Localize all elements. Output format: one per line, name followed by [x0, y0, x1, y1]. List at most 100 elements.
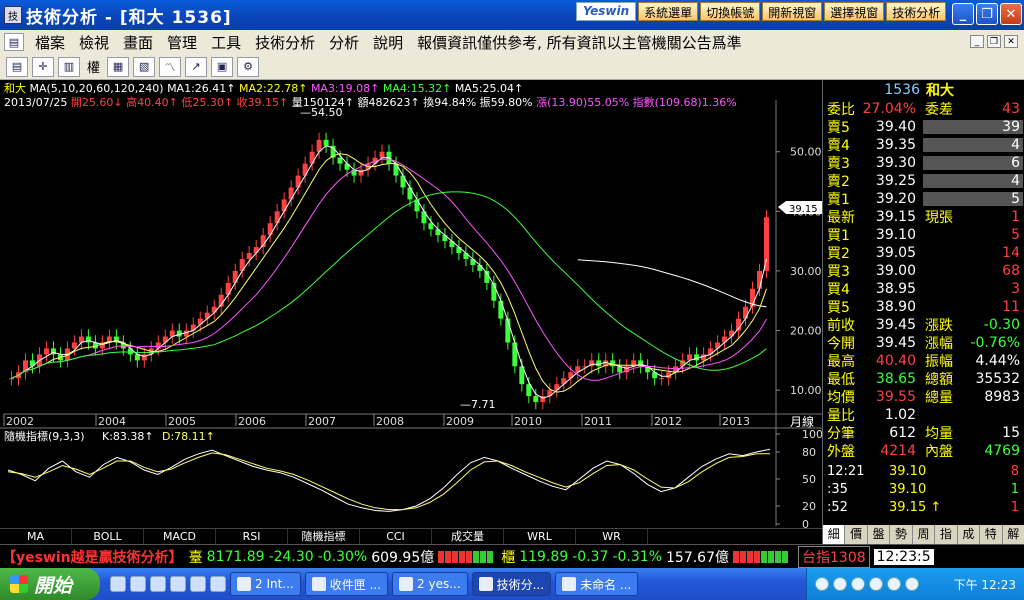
menu-file[interactable]: 檔案 [28, 32, 72, 53]
system-menu-button[interactable]: 系統選單 [638, 2, 699, 21]
tab-cci[interactable]: CCI [360, 529, 432, 544]
volume-icon[interactable]: ▥ [58, 56, 80, 77]
task-technical[interactable]: 技術分... [471, 572, 552, 596]
task-label: 2 Int... [255, 577, 294, 591]
settings-icon[interactable]: ⚙ [237, 56, 260, 77]
panel-tab[interactable]: 細 [823, 525, 846, 544]
chart-type-icon[interactable]: ▤ [6, 56, 28, 77]
ie-icon[interactable] [110, 576, 126, 592]
panel-tab[interactable]: 勢 [890, 525, 913, 544]
bid-row: 買5 38.90 11 [823, 298, 1024, 316]
task-yeswin[interactable]: 2 yes... [392, 572, 468, 596]
tab-volume[interactable]: 成交量 [432, 529, 504, 544]
switch-account-button[interactable]: 切換帳號 [700, 2, 761, 21]
quick-launch [110, 576, 226, 592]
tray-network-icon[interactable] [833, 577, 847, 591]
panel-tab[interactable]: 特 [980, 525, 1003, 544]
technical-analysis-button[interactable]: 技術分析 [886, 2, 947, 21]
tray-clock[interactable]: 下午 12:23 [954, 576, 1016, 593]
panel-tab[interactable]: 價 [845, 525, 868, 544]
candle [43, 348, 49, 355]
line-chart-icon[interactable]: 〽 [159, 56, 182, 77]
stat-row: 均價 39.55 總量 8983 [823, 388, 1024, 406]
phone-icon[interactable] [210, 576, 226, 592]
restore-icon[interactable]: ❐ [976, 3, 998, 25]
price-chart[interactable]: 50.0040.0030.0020.0010.00 20022004200520… [0, 80, 822, 528]
outlook-icon[interactable] [130, 576, 146, 592]
panel-tab[interactable]: 指 [935, 525, 958, 544]
trend-icon[interactable]: ↗ [185, 56, 208, 77]
y-tick-label: 10.00 [790, 384, 822, 397]
x-tick-label: 2008 [376, 415, 404, 428]
task-ie[interactable]: 2 Int... [230, 572, 301, 596]
diff-value: 43 [1002, 101, 1020, 117]
ask-row-v2: 4 [1011, 173, 1020, 189]
last-price-row: 最新 39.15 現張 1 [823, 208, 1024, 226]
yeswin-logo[interactable]: Yeswin [576, 2, 637, 21]
candle [743, 306, 749, 319]
doc-icon[interactable]: ▤ [4, 33, 24, 51]
twse-amount: 609.95億 [371, 549, 435, 566]
browser-icon[interactable] [170, 576, 186, 592]
compare-icon[interactable]: ▧ [133, 56, 156, 77]
tray-update-icon[interactable] [887, 577, 901, 591]
bid-row-lbl: 買5 [827, 300, 850, 316]
tab-rsi[interactable]: RSI [216, 529, 288, 544]
app-icon-quick[interactable] [190, 576, 206, 592]
candle [274, 211, 280, 224]
grid-icon[interactable]: ▦ [107, 56, 130, 77]
ask-row-lbl: 賣5 [827, 120, 850, 136]
menu-help[interactable]: 說明 [366, 32, 410, 53]
close-icon[interactable]: ✕ [1000, 3, 1022, 25]
task-paint[interactable]: 未命名 ... [555, 572, 639, 596]
menu-view[interactable]: 檢視 [72, 32, 116, 53]
panel-tab[interactable]: 成 [958, 525, 981, 544]
tick-qty: 8 [1010, 464, 1019, 479]
y-tick-label: 30.00 [790, 265, 822, 278]
candle [246, 253, 252, 260]
panel-tab[interactable]: 周 [913, 525, 936, 544]
tab-macd[interactable]: MACD [144, 529, 216, 544]
candle [295, 175, 301, 188]
twse-value: 8171.89 [206, 548, 265, 565]
menu-tools[interactable]: 工具 [204, 32, 248, 53]
tray-keyboard-icon[interactable] [815, 577, 829, 591]
tab-boll[interactable]: BOLL [72, 529, 144, 544]
tab-kd[interactable]: 隨機指標 [288, 529, 360, 544]
tick-time: :35 [827, 482, 848, 497]
mdi-close-icon[interactable]: ✕ [1004, 35, 1018, 48]
start-button[interactable]: 開始 [0, 568, 100, 600]
chart-area[interactable]: 和大 MA(5,10,20,60,120,240) MA1:26.41↑ MA2… [0, 80, 822, 544]
menu-screen[interactable]: 畫面 [116, 32, 160, 53]
mdi-restore-icon[interactable]: ❐ [987, 35, 1001, 48]
twse-breadth-bars [438, 550, 494, 563]
new-window-button[interactable]: 開新視窗 [762, 2, 823, 21]
tray-volume-icon[interactable] [869, 577, 883, 591]
menu-manage[interactable]: 管理 [160, 32, 204, 53]
panel-tab[interactable]: 解 [1003, 525, 1024, 544]
menu-technical[interactable]: 技術分析 [248, 32, 322, 53]
tab-wr[interactable]: WR [576, 529, 648, 544]
system-tray: 下午 12:23 [806, 568, 1024, 600]
media-icon[interactable] [150, 576, 166, 592]
x-tick-label: 2007 [308, 415, 336, 428]
window-title: 技術分析 - [和大 1536] [26, 7, 232, 28]
select-window-button[interactable]: 選擇視窗 [824, 2, 885, 21]
tab-ma[interactable]: MA [0, 529, 72, 544]
minimize-icon[interactable]: _ [952, 3, 974, 25]
task-inbox[interactable]: 收件匣 ... [304, 572, 389, 596]
tray-app-icon[interactable] [905, 577, 919, 591]
panel-tab[interactable]: 盤 [868, 525, 891, 544]
kd-y-tick-label: 0 [802, 518, 809, 528]
bid-row: 買3 39.00 68 [823, 262, 1024, 280]
mdi-minimize-icon[interactable]: _ [970, 35, 984, 48]
task-label: 收件匣 ... [329, 577, 382, 592]
tray-security-icon[interactable] [851, 577, 865, 591]
rights-adjust-button[interactable]: 權 [84, 57, 103, 76]
futures-name[interactable]: 台指1308 [798, 545, 870, 568]
app-icon[interactable]: 技 [4, 6, 22, 24]
layout-icon[interactable]: ▣ [211, 56, 234, 77]
tab-wrl[interactable]: WRL [504, 529, 576, 544]
crosshair-icon[interactable]: ✛ [32, 56, 54, 77]
menu-analysis[interactable]: 分析 [322, 32, 366, 53]
